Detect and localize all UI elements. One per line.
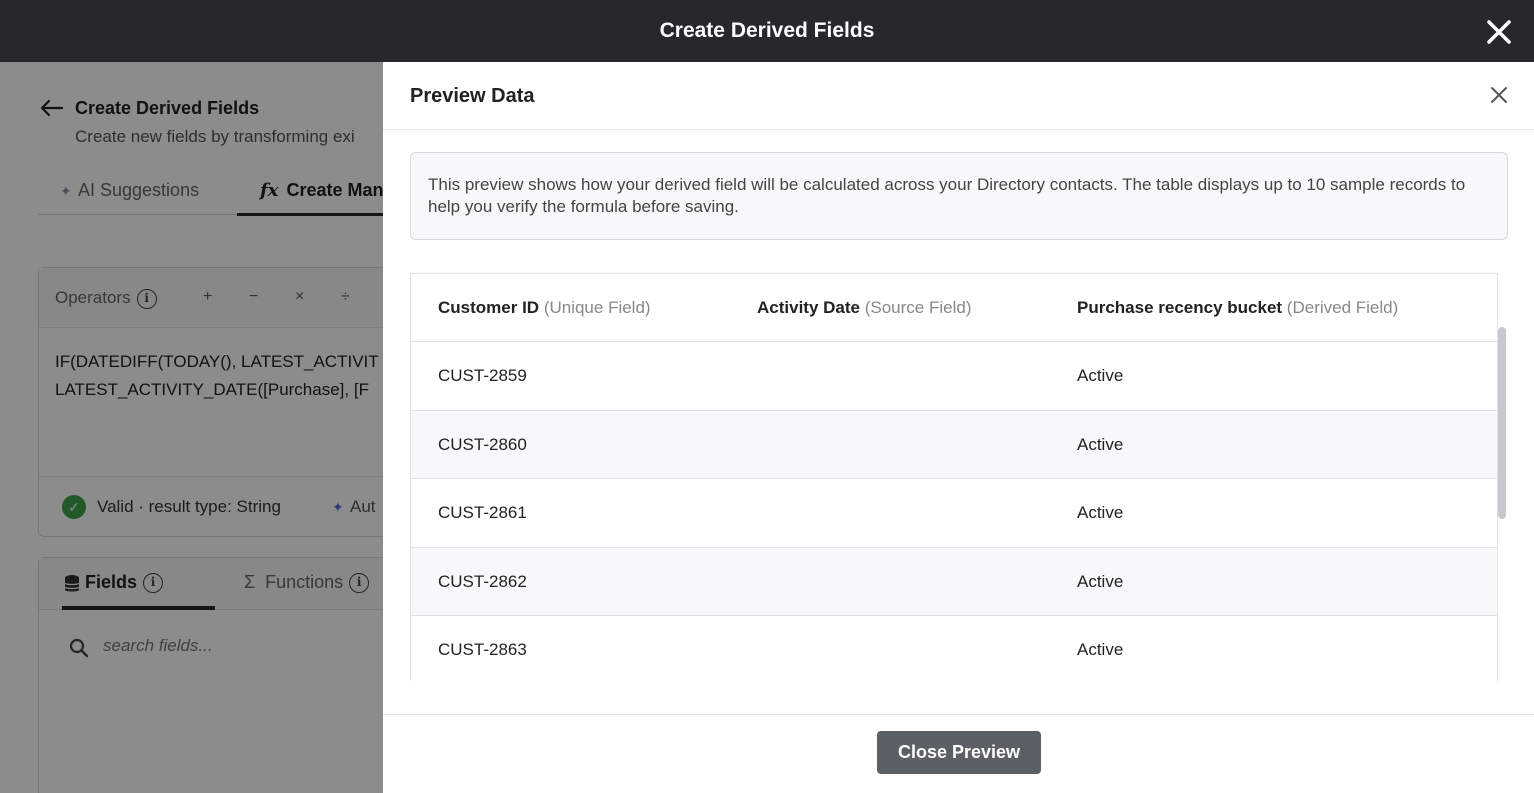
table-row: CUST-2861 Active [411, 479, 1497, 548]
modal-footer: Close Preview [383, 714, 1534, 793]
preview-table: Customer ID (Unique Field) Activity Date… [410, 273, 1498, 681]
preview-data-modal: Preview Data This preview shows how your… [383, 62, 1534, 793]
column-header-purchase-recency: Purchase recency bucket (Derived Field) [1077, 298, 1399, 317]
bucket-cell: Active [1077, 434, 1124, 454]
table-row: CUST-2859 Active [411, 342, 1497, 411]
customer-id-cell: CUST-2859 [438, 366, 527, 385]
close-icon[interactable] [1486, 19, 1512, 45]
modal-title: Preview Data [410, 85, 535, 107]
table-row: CUST-2863 Active [411, 616, 1497, 681]
preview-info-message: This preview shows how your derived fiel… [410, 152, 1508, 240]
table-row: CUST-2860 Active [411, 410, 1497, 479]
customer-id-cell: CUST-2861 [438, 503, 527, 522]
table-header: Customer ID (Unique Field) Activity Date… [411, 274, 1497, 342]
table-row: CUST-2862 Active [411, 547, 1497, 616]
column-header-customer-id: Customer ID (Unique Field) [438, 298, 651, 317]
modal-header: Preview Data [383, 62, 1534, 130]
column-header-activity-date: Activity Date (Source Field) [757, 298, 972, 317]
bucket-cell: Active [1077, 366, 1124, 385]
bucket-cell: Active [1077, 640, 1124, 659]
bucket-cell: Active [1077, 503, 1124, 522]
close-icon[interactable] [1490, 86, 1508, 104]
customer-id-cell: CUST-2860 [438, 434, 527, 454]
window-title: Create Derived Fields [659, 19, 875, 42]
table-scrollbar[interactable] [1498, 327, 1506, 519]
app-header-bar: Create Derived Fields [0, 0, 1534, 62]
bucket-cell: Active [1077, 571, 1124, 591]
close-preview-button[interactable]: Close Preview [877, 731, 1041, 774]
customer-id-cell: CUST-2863 [438, 640, 527, 659]
customer-id-cell: CUST-2862 [438, 571, 527, 591]
